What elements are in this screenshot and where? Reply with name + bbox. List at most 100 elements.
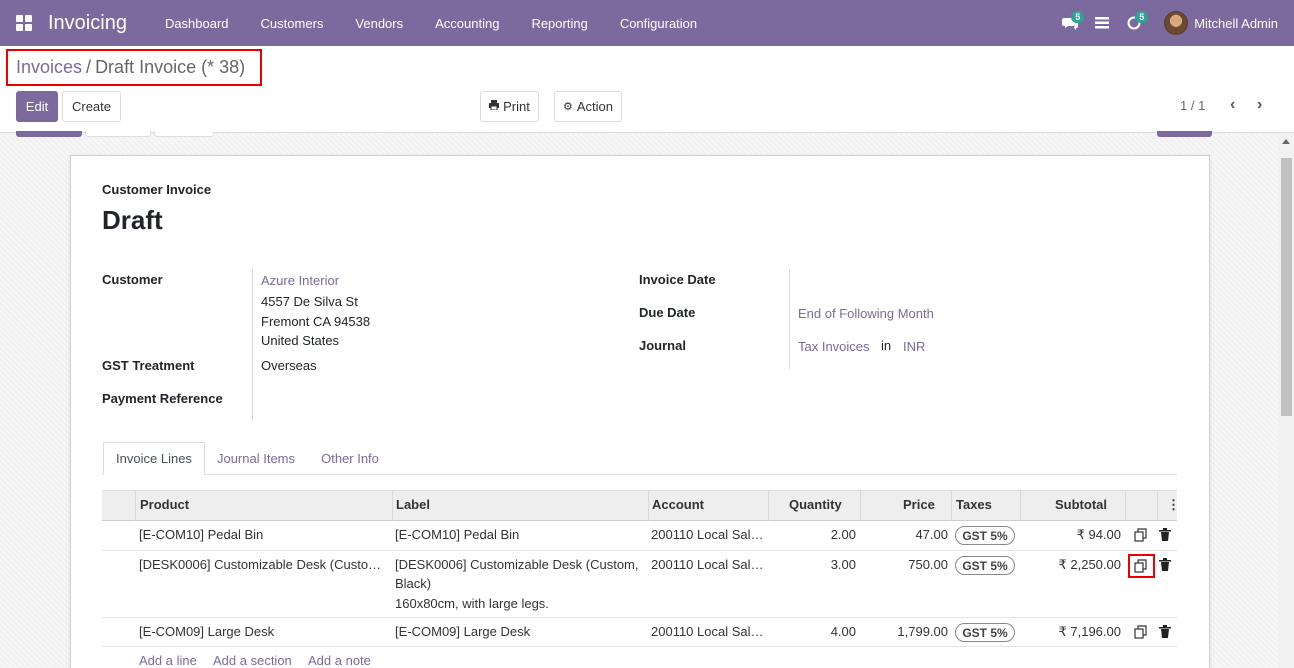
- scrollbar-thumb[interactable]: [1281, 158, 1292, 416]
- row-divider: [102, 617, 1177, 618]
- menu-configuration[interactable]: Configuration: [604, 16, 713, 31]
- add-note-link[interactable]: Add a note: [308, 653, 371, 668]
- ghost-status-ribbon: [1157, 131, 1212, 137]
- pager-counter[interactable]: 1 / 1: [1180, 98, 1205, 113]
- breadcrumb-current: Draft Invoice (* 38): [95, 57, 246, 77]
- row-2-label[interactable]: [DESK0006] Customizable Desk (Custom,: [395, 557, 638, 572]
- row-3-account[interactable]: 200110 Local Sal…: [651, 624, 764, 639]
- copy-icon[interactable]: [1134, 528, 1148, 542]
- user-name[interactable]: Mitchell Admin: [1194, 16, 1278, 31]
- pager-previous-icon[interactable]: ‹: [1230, 96, 1235, 114]
- column-header-quantity[interactable]: Quantity: [789, 497, 842, 512]
- row-2-subtotal: ₹ 2,250.00: [1058, 557, 1122, 572]
- apps-menu-icon[interactable]: [16, 15, 32, 31]
- column-header-taxes[interactable]: Taxes: [956, 497, 992, 512]
- row-3-quantity[interactable]: 4.00: [776, 624, 856, 639]
- row-3-tax-badge[interactable]: GST 5%: [955, 623, 1015, 642]
- row-3-label[interactable]: [E-COM09] Large Desk: [395, 624, 530, 639]
- edit-button[interactable]: Edit: [16, 91, 58, 122]
- journal-value[interactable]: Tax Invoices: [798, 339, 870, 354]
- row-1-product[interactable]: [E-COM10] Pedal Bin: [139, 527, 263, 542]
- breadcrumb-separator: /: [86, 57, 92, 77]
- row-2-quantity[interactable]: 3.00: [776, 557, 856, 572]
- menu-vendors[interactable]: Vendors: [339, 16, 419, 31]
- row-1-account[interactable]: 200110 Local Sal…: [651, 527, 764, 542]
- trash-icon[interactable]: [1159, 625, 1173, 639]
- column-header-subtotal[interactable]: Subtotal: [1055, 497, 1107, 512]
- journal-in-text: in: [881, 338, 892, 353]
- user-avatar[interactable]: [1164, 11, 1189, 35]
- row-1-subtotal: ₹ 94.00: [1076, 527, 1121, 542]
- address-line-1: 4557 De Silva St: [261, 294, 358, 309]
- ghost-edit-button: [16, 131, 82, 137]
- activities-badge: 5: [1135, 11, 1149, 23]
- menu-customers[interactable]: Customers: [245, 16, 340, 31]
- journal-label: Journal: [639, 338, 686, 353]
- action-label: Action: [576, 99, 613, 114]
- gst-treatment-label: GST Treatment: [102, 358, 195, 373]
- customer-name-link[interactable]: Azure Interior: [261, 273, 339, 288]
- row-2-tax-badge[interactable]: GST 5%: [955, 556, 1015, 575]
- column-separator: [1157, 491, 1158, 521]
- form-sheet: [70, 155, 1210, 668]
- row-1-label[interactable]: [E-COM10] Pedal Bin: [395, 527, 519, 542]
- column-separator: [1020, 491, 1021, 521]
- scroll-up-arrow-icon[interactable]: [1282, 139, 1290, 144]
- row-1-price[interactable]: 47.00: [866, 527, 948, 542]
- add-line-link[interactable]: Add a line: [139, 653, 197, 668]
- tab-invoice-lines[interactable]: Invoice Lines: [103, 442, 205, 475]
- trash-icon[interactable]: [1159, 558, 1173, 572]
- column-separator: [392, 491, 393, 521]
- top-navbar: Invoicing Dashboard Customers Vendors Ac…: [0, 0, 1294, 46]
- column-header-account[interactable]: Account: [652, 497, 704, 512]
- row-3-price[interactable]: 1,799.00: [866, 624, 948, 639]
- invoice-date-label: Invoice Date: [639, 272, 716, 287]
- customer-label: Customer: [102, 272, 163, 287]
- column-header-label[interactable]: Label: [396, 497, 430, 512]
- row-divider: [102, 550, 1177, 551]
- menu-accounting[interactable]: Accounting: [419, 16, 515, 31]
- create-button[interactable]: Create: [62, 91, 121, 122]
- print-icon: [489, 100, 500, 113]
- column-header-product[interactable]: Product: [140, 497, 189, 512]
- row-3-product[interactable]: [E-COM09] Large Desk: [139, 624, 274, 639]
- row-2-product[interactable]: [DESK0006] Customizable Desk (Custo…: [139, 557, 381, 572]
- due-date-label: Due Date: [639, 305, 696, 320]
- app-title[interactable]: Invoicing: [48, 12, 127, 35]
- breadcrumb-invoices-link[interactable]: Invoices: [16, 57, 82, 78]
- breadcrumb: Invoices / Draft Invoice (* 38): [6, 49, 262, 86]
- row-2-price[interactable]: 750.00: [866, 557, 948, 572]
- print-button[interactable]: Print: [480, 91, 539, 122]
- add-section-link[interactable]: Add a section: [213, 653, 292, 668]
- activities-icon[interactable]: 5: [1118, 0, 1150, 46]
- row-divider: [102, 646, 1177, 647]
- action-button[interactable]: ⚙ Action: [554, 91, 622, 122]
- row-1-tax-badge[interactable]: GST 5%: [955, 526, 1015, 545]
- list-icon[interactable]: [1086, 0, 1118, 46]
- ghost-button: [85, 131, 151, 137]
- field-divider: [252, 269, 253, 421]
- address-line-3: United States: [261, 333, 340, 348]
- copy-icon[interactable]: [1134, 559, 1148, 573]
- tab-journal-items[interactable]: Journal Items: [211, 442, 301, 475]
- row-2-account[interactable]: 200110 Local Sal…: [651, 557, 764, 572]
- row-1-quantity[interactable]: 2.00: [776, 527, 856, 542]
- column-separator: [648, 491, 649, 521]
- payment-reference-label: Payment Reference: [102, 391, 223, 406]
- due-date-value[interactable]: End of Following Month: [798, 306, 934, 321]
- row-2-label-line-3[interactable]: 160x80cm, with large legs.: [395, 596, 549, 611]
- column-header-price[interactable]: Price: [903, 497, 935, 512]
- trash-icon[interactable]: [1159, 528, 1173, 542]
- pager-next-icon[interactable]: ›: [1257, 96, 1262, 114]
- gear-icon: ⚙: [562, 101, 573, 113]
- currency-value[interactable]: INR: [903, 339, 925, 354]
- tab-other-info[interactable]: Other Info: [312, 442, 388, 475]
- row-2-label-line-2[interactable]: Black): [395, 576, 431, 591]
- menu-reporting[interactable]: Reporting: [515, 16, 603, 31]
- copy-icon[interactable]: [1134, 625, 1148, 639]
- column-options-icon[interactable]: ⋮: [1167, 497, 1180, 513]
- column-separator: [1125, 491, 1126, 521]
- menu-dashboard[interactable]: Dashboard: [149, 16, 245, 31]
- gst-treatment-value[interactable]: Overseas: [261, 358, 317, 373]
- messages-icon[interactable]: 5: [1054, 0, 1086, 46]
